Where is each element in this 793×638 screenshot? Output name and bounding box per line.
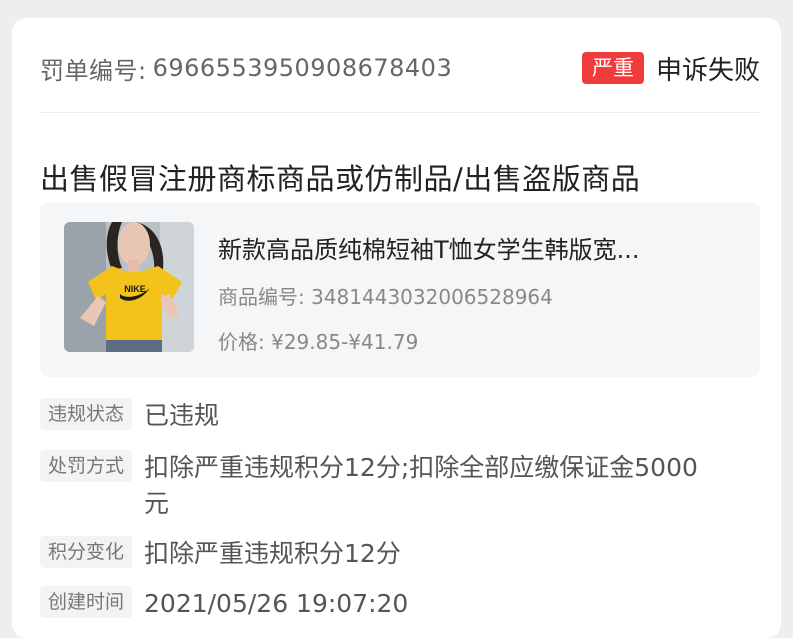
- detail-value: 扣除严重违规积分12分: [144, 539, 401, 568]
- detail-value: 扣除严重违规积分12分;扣除全部应缴保证金5000元: [144, 453, 698, 518]
- severity-badge: 严重: [581, 52, 644, 84]
- detail-value: 2021/05/26 19:07:20: [144, 589, 409, 618]
- order-number: 6966553950908678403: [152, 54, 453, 82]
- product-price-row: 价格: ¥29.85-¥41.79: [218, 326, 738, 355]
- order-number-label: 罚单编号:: [40, 56, 147, 85]
- detail-row-penalty: 处罚方式 扣除严重违规积分12分;扣除全部应缴保证金5000元: [40, 450, 704, 522]
- detail-label: 处罚方式: [40, 450, 133, 482]
- detail-value: 已违规: [144, 401, 220, 430]
- product-price-label: 价格:: [218, 330, 265, 354]
- product-name[interactable]: 新款高品质纯棉短袖T恤女学生韩版宽...: [218, 230, 738, 265]
- header-divider: [40, 112, 760, 113]
- detail-label: 创建时间: [40, 586, 133, 618]
- product-id: 3481443032006528964: [311, 285, 553, 309]
- detail-row-created: 创建时间 2021/05/26 19:07:20: [40, 586, 704, 622]
- product-info: 新款高品质纯棉短袖T恤女学生韩版宽... 商品编号: 3481443032006…: [218, 230, 738, 355]
- product-card[interactable]: NIKE 新款高品质纯棉短袖T恤女学生韩版宽... 商品编号: 34814430…: [40, 202, 760, 377]
- detail-label: 积分变化: [40, 536, 133, 568]
- product-id-row: 商品编号: 3481443032006528964: [218, 281, 738, 310]
- product-id-label: 商品编号:: [218, 285, 305, 309]
- detail-row-status: 违规状态 已违规: [40, 398, 704, 434]
- product-image[interactable]: NIKE: [64, 222, 194, 352]
- product-price: ¥29.85-¥41.79: [271, 330, 419, 354]
- detail-label: 违规状态: [40, 398, 133, 430]
- detail-row-points: 积分变化 扣除严重违规积分12分: [40, 536, 704, 572]
- violation-title: 出售假冒注册商标商品或仿制品/出售盗版商品: [40, 162, 641, 196]
- product-photo-graphic: NIKE: [64, 222, 194, 352]
- product-logo-text: NIKE: [124, 284, 146, 294]
- penalty-card: 罚单编号: 6966553950908678403 严重 申诉失败 出售假冒注册…: [12, 18, 781, 638]
- status-group: 严重 申诉失败: [581, 50, 760, 87]
- penalty-header: 罚单编号: 6966553950908678403 严重 申诉失败: [40, 42, 760, 94]
- appeal-status: 申诉失败: [655, 55, 760, 86]
